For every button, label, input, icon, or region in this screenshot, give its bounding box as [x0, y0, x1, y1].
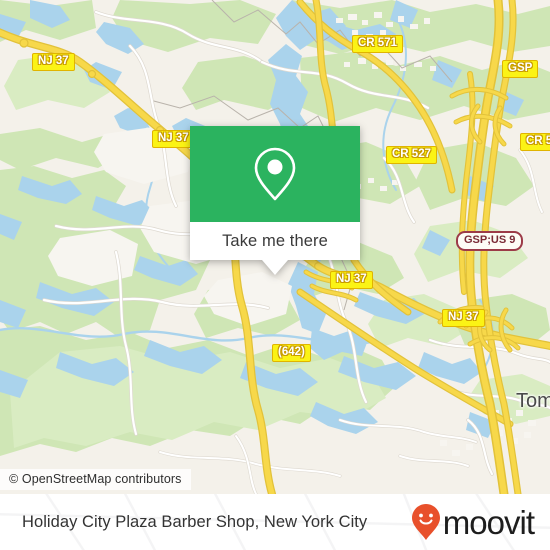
- popup-header: [190, 126, 360, 222]
- map-shield-gsp: GSP: [502, 60, 539, 78]
- place-name-title: Holiday City Plaza Barber Shop, New York…: [22, 512, 368, 531]
- moovit-logo[interactable]: moovit: [411, 503, 535, 541]
- destination-popup-card[interactable]: Take me there: [190, 126, 360, 275]
- map-shield-nj37-mid: NJ 37: [152, 130, 195, 148]
- map-shield-cr571: CR 571: [352, 35, 403, 53]
- map-shield-nj37-east: NJ 37: [442, 309, 485, 327]
- map-shield-642: (642): [272, 344, 311, 362]
- map-shield-nj37-nw: NJ 37: [32, 53, 75, 71]
- map-shield-nj37-south: NJ 37: [330, 271, 373, 289]
- take-me-there-label: Take me there: [222, 231, 328, 250]
- moovit-pin-icon: [411, 504, 440, 540]
- map-pin-icon: [254, 147, 296, 201]
- osm-attribution[interactable]: © OpenStreetMap contributors: [0, 469, 191, 490]
- moovit-wordmark: moovit: [442, 503, 535, 541]
- footer-bar: Holiday City Plaza Barber Shop, New York…: [0, 494, 550, 550]
- map-shield-cr57-edge: CR 57: [520, 133, 550, 151]
- map-screen: .land{fill:#f4f1ea} .bld{fill:#f7f5f0} .…: [0, 0, 550, 550]
- map-shield-gsp-us9: GSP;US 9: [456, 231, 524, 251]
- popup-pointer: [262, 260, 288, 275]
- map-place-label-toms-river: Tom: [516, 390, 550, 412]
- popup-action-row[interactable]: Take me there: [190, 222, 360, 260]
- map-shield-cr527: CR 527: [386, 146, 437, 164]
